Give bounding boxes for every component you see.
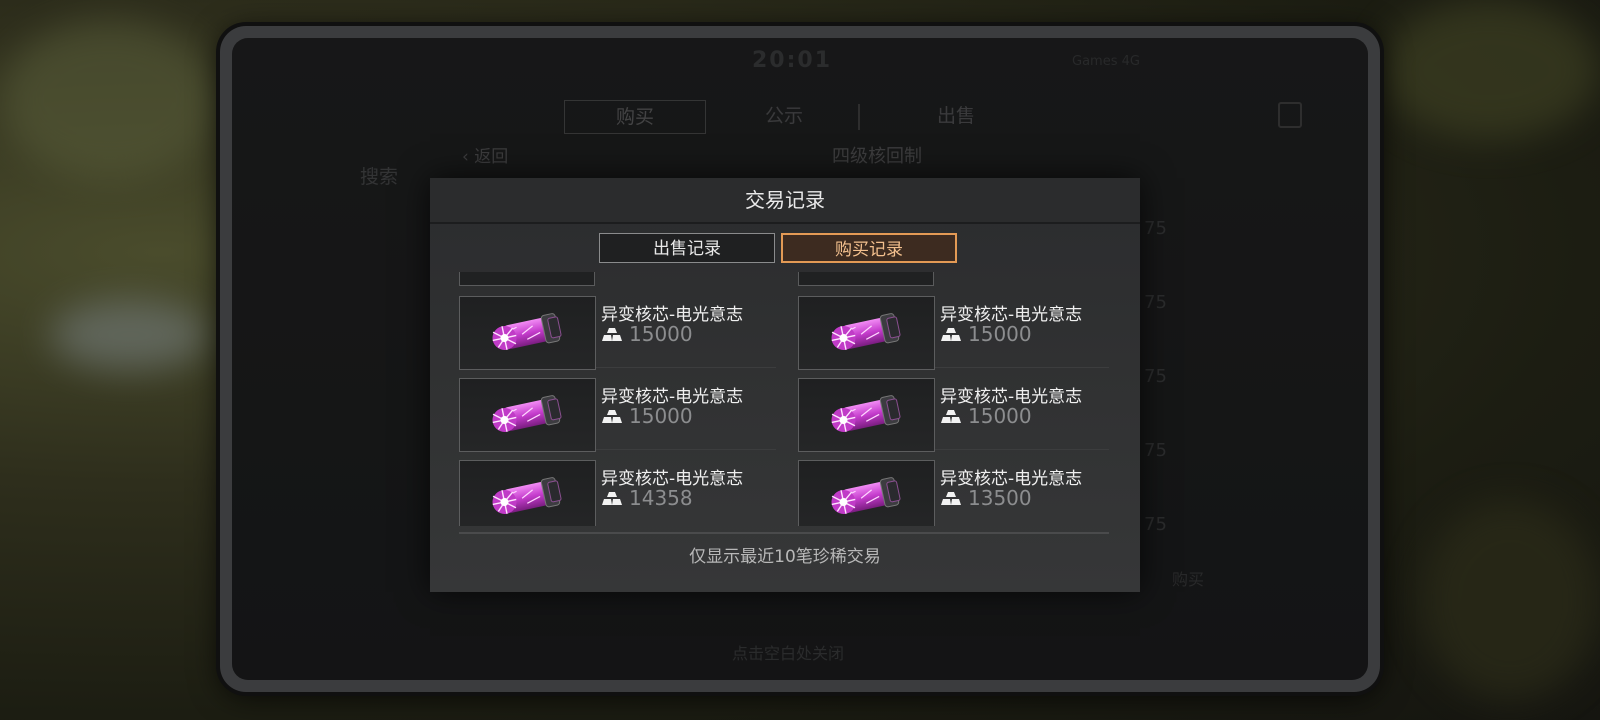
gold-bar-icon — [941, 328, 961, 341]
item-price: 15000 — [629, 322, 693, 346]
record-thumb-partial — [798, 272, 934, 286]
mutant-core-icon — [492, 313, 562, 350]
record-item[interactable]: 异变核芯-电光意志 13500 — [798, 460, 1109, 526]
item-price: 15000 — [629, 404, 693, 428]
background-blur — [1420, 500, 1600, 700]
tab-sell-records[interactable]: 出售记录 — [599, 233, 775, 263]
item-thumbnail — [459, 296, 596, 370]
record-item[interactable]: 异变核芯-电光意志 15000 — [798, 378, 1109, 452]
modal-title: 交易记录 — [745, 188, 825, 212]
record-thumb-partial — [459, 272, 595, 286]
mutant-core-icon — [492, 477, 562, 514]
record-item[interactable]: 异变核芯-电光意志 15000 — [459, 296, 779, 370]
item-price: 15000 — [968, 404, 1032, 428]
mutant-core-icon — [831, 477, 901, 514]
mutant-core-icon — [831, 313, 901, 350]
item-price: 14358 — [629, 486, 693, 510]
record-separator — [935, 367, 1109, 368]
record-item[interactable]: 异变核芯-电光意志 15000 — [798, 296, 1109, 370]
modal-footer-note: 仅显示最近10笔珍稀交易 — [689, 547, 881, 567]
gold-bar-icon — [941, 410, 961, 423]
gold-bar-icon — [941, 492, 961, 505]
background-blur — [1380, 0, 1600, 140]
gold-bar-icon — [602, 410, 622, 423]
item-price: 13500 — [968, 486, 1032, 510]
record-separator — [935, 449, 1109, 450]
item-price: 15000 — [968, 322, 1032, 346]
item-thumbnail — [459, 460, 596, 526]
background-blur — [50, 300, 210, 370]
item-thumbnail — [798, 460, 935, 526]
record-separator — [596, 367, 776, 368]
record-list[interactable]: 异变核芯-电光意志 15000 异变核芯-电光意志 15000 异变核芯-电光意… — [459, 272, 1109, 526]
item-thumbnail — [798, 296, 935, 370]
record-item[interactable]: 异变核芯-电光意志 15000 — [459, 378, 779, 452]
trade-record-modal: 交易记录 出售记录 购买记录 异变核芯-电光意志 15000 异变核芯-电光意志… — [430, 178, 1140, 592]
background-blur — [0, 20, 220, 180]
gold-bar-icon — [602, 492, 622, 505]
gold-bar-icon — [602, 328, 622, 341]
record-item[interactable]: 异变核芯-电光意志 14358 — [459, 460, 779, 526]
tab-buy-records[interactable]: 购买记录 — [781, 233, 957, 263]
mutant-core-icon — [831, 395, 901, 432]
record-separator — [596, 449, 776, 450]
mutant-core-icon — [492, 395, 562, 432]
item-thumbnail — [798, 378, 935, 452]
item-thumbnail — [459, 378, 596, 452]
list-divider — [459, 532, 1109, 534]
